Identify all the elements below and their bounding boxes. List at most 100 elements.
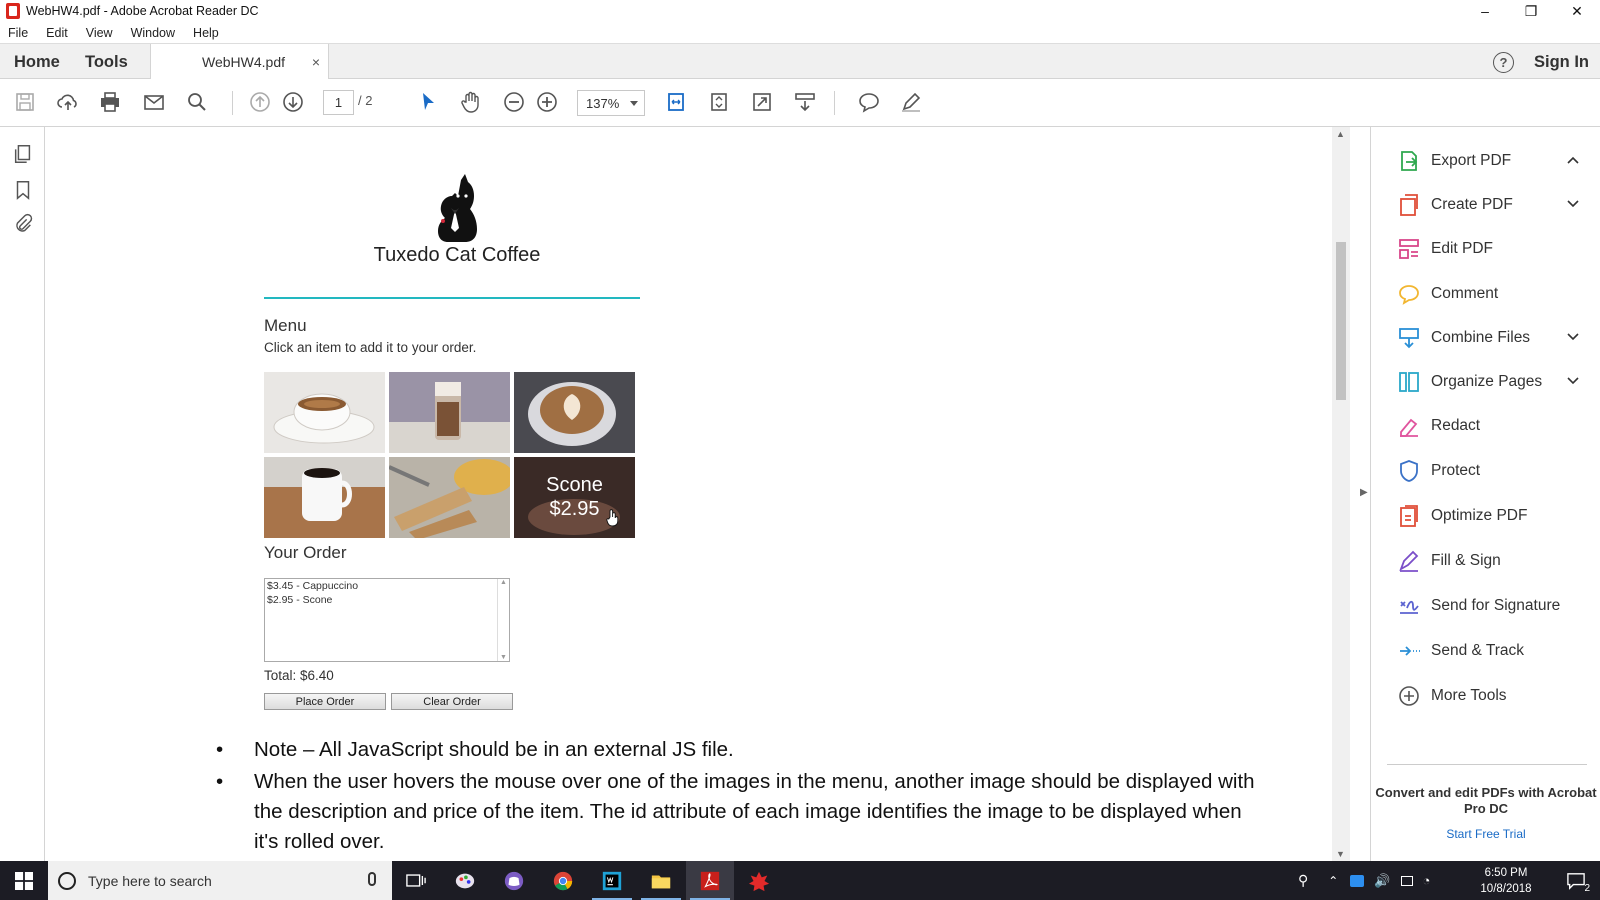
document-tab-label: WebHW4.pdf — [202, 54, 285, 70]
menu-help[interactable]: Help — [191, 26, 221, 40]
rotate-view-icon[interactable] — [706, 89, 732, 115]
menu-window[interactable]: Window — [129, 26, 177, 40]
acrobat-taskbar-icon[interactable] — [686, 861, 734, 900]
minimize-button[interactable]: – — [1462, 0, 1508, 22]
comment-tool-icon[interactable] — [856, 89, 882, 115]
tool-combine-files[interactable]: Combine Files — [1397, 324, 1530, 352]
volume-icon[interactable]: 🔊 — [1374, 873, 1390, 889]
tab-document[interactable]: WebHW4.pdf × — [150, 44, 329, 80]
start-free-trial-link[interactable]: Start Free Trial — [1371, 827, 1600, 841]
discord-app-icon[interactable] — [490, 861, 538, 900]
tool-redact[interactable]: Redact — [1397, 412, 1480, 440]
menu-item-biscotti[interactable] — [389, 457, 510, 538]
order-list[interactable]: $3.45 - Cappuccino $2.95 - Scone ▲ ▼ — [264, 578, 510, 662]
help-icon[interactable]: ? — [1493, 52, 1514, 73]
taskbar-clock[interactable]: 6:50 PM 10/8/2018 — [1466, 865, 1546, 897]
wifi-icon[interactable]: ◔ — [1423, 873, 1431, 888]
taskbar-search-box[interactable]: Type here to search — [48, 861, 392, 900]
paint-app-icon[interactable] — [441, 861, 489, 900]
toolbar: 1 / 2 137% — [0, 79, 1600, 127]
place-order-button[interactable]: Place Order — [264, 693, 386, 710]
zoom-out-icon[interactable] — [501, 89, 527, 115]
select-tool-icon[interactable] — [415, 89, 441, 115]
chevron-up-icon[interactable]: ⌃ — [1328, 874, 1338, 888]
menu-item-coffee[interactable] — [264, 457, 385, 538]
save-icon[interactable] — [12, 89, 38, 115]
tool-create-pdf[interactable]: Create PDF — [1397, 191, 1513, 219]
tool-more-tools[interactable]: More Tools — [1397, 682, 1507, 710]
chevron-down-icon[interactable] — [1567, 330, 1579, 344]
menu-item-mocha[interactable] — [389, 372, 510, 453]
webstorm-app-icon[interactable] — [588, 861, 636, 900]
system-tray: ⚲ ⌃ 🔊 ◔ — [1298, 861, 1430, 900]
chevron-up-icon[interactable] — [1567, 153, 1579, 167]
collapse-right-panel-icon[interactable]: ▶ — [1360, 487, 1368, 498]
menu-view[interactable]: View — [84, 26, 115, 40]
page-thumbnails-icon[interactable] — [12, 143, 34, 165]
tool-send-for-signature[interactable]: Send for Signature — [1397, 592, 1560, 620]
document-view[interactable]: Tuxedo Cat Coffee Menu Click an item to … — [46, 127, 1332, 861]
next-page-icon[interactable] — [280, 89, 306, 115]
tool-fill-sign[interactable]: Fill & Sign — [1397, 547, 1501, 575]
page-total: / 2 — [358, 93, 373, 108]
zoom-select[interactable]: 137% — [577, 90, 645, 116]
close-window-button[interactable]: ✕ — [1554, 0, 1600, 22]
scroll-down-icon[interactable]: ▼ — [1336, 849, 1345, 859]
task-view-icon[interactable] — [392, 861, 440, 900]
search-icon[interactable] — [184, 89, 210, 115]
microphone-icon[interactable] — [368, 872, 376, 886]
tool-optimize-pdf[interactable]: Optimize PDF — [1397, 502, 1527, 530]
tab-home[interactable]: Home — [14, 44, 60, 80]
tool-organize-pages[interactable]: Organize Pages — [1397, 368, 1542, 396]
chevron-down-icon[interactable] — [1567, 197, 1579, 211]
attachments-icon[interactable] — [12, 213, 34, 235]
tab-tools[interactable]: Tools — [85, 44, 128, 80]
scrollbar-thumb[interactable] — [1336, 242, 1346, 400]
menu-edit[interactable]: Edit — [44, 26, 70, 40]
hand-tool-icon[interactable] — [458, 89, 484, 115]
fit-page-icon[interactable] — [663, 89, 689, 115]
zoom-in-icon[interactable] — [534, 89, 560, 115]
close-tab-icon[interactable]: × — [312, 54, 320, 70]
order-total: Total: $6.40 — [264, 668, 334, 683]
print-icon[interactable] — [97, 89, 123, 115]
previous-page-icon[interactable] — [247, 89, 273, 115]
tool-comment[interactable]: Comment — [1397, 280, 1498, 308]
clear-order-button[interactable]: Clear Order — [391, 693, 513, 710]
tool-send-track[interactable]: Send & Track — [1397, 637, 1524, 665]
scroll-mode-icon[interactable] — [792, 89, 818, 115]
onedrive-icon[interactable] — [1350, 874, 1365, 887]
full-screen-icon[interactable] — [749, 89, 775, 115]
tool-protect[interactable]: Protect — [1397, 457, 1480, 485]
tool-export-pdf[interactable]: Export PDF — [1397, 147, 1511, 175]
order-list-scrollbar[interactable]: ▲ ▼ — [497, 579, 509, 661]
export-pdf-icon — [1397, 149, 1421, 173]
battery-icon[interactable] — [1400, 875, 1413, 886]
people-icon[interactable]: ⚲ — [1298, 872, 1308, 889]
menu-item-scone-hover[interactable]: Scone $2.95 — [514, 457, 635, 538]
document-scrollbar[interactable]: ▲ ▼ — [1332, 127, 1350, 861]
order-line[interactable]: $2.95 - Scone — [265, 593, 509, 607]
page-number-input[interactable]: 1 — [323, 90, 354, 115]
tool-label: Send & Track — [1431, 642, 1525, 659]
red-app-icon[interactable] — [735, 861, 783, 900]
restore-button[interactable]: ❐ — [1508, 0, 1554, 22]
menu-item-espresso[interactable] — [264, 372, 385, 453]
chevron-down-icon[interactable] — [1567, 374, 1579, 388]
file-explorer-icon[interactable] — [637, 861, 685, 900]
scroll-up-icon[interactable]: ▲ — [1336, 129, 1345, 139]
action-center-icon[interactable]: 2 — [1552, 861, 1600, 900]
email-icon[interactable] — [141, 89, 167, 115]
cloud-upload-icon[interactable] — [55, 89, 81, 115]
order-line[interactable]: $3.45 - Cappuccino — [265, 579, 509, 593]
scroll-down-icon[interactable]: ▼ — [498, 654, 509, 661]
windows-start-button[interactable] — [0, 861, 48, 900]
scroll-up-icon[interactable]: ▲ — [498, 579, 509, 586]
menu-file[interactable]: File — [6, 26, 30, 40]
chrome-app-icon[interactable] — [539, 861, 587, 900]
sign-in-button[interactable]: Sign In — [1534, 44, 1589, 80]
highlight-pen-icon[interactable] — [898, 89, 924, 115]
bookmarks-icon[interactable] — [12, 179, 34, 201]
tool-edit-pdf[interactable]: Edit PDF — [1397, 235, 1493, 263]
menu-item-cappuccino[interactable] — [514, 372, 635, 453]
